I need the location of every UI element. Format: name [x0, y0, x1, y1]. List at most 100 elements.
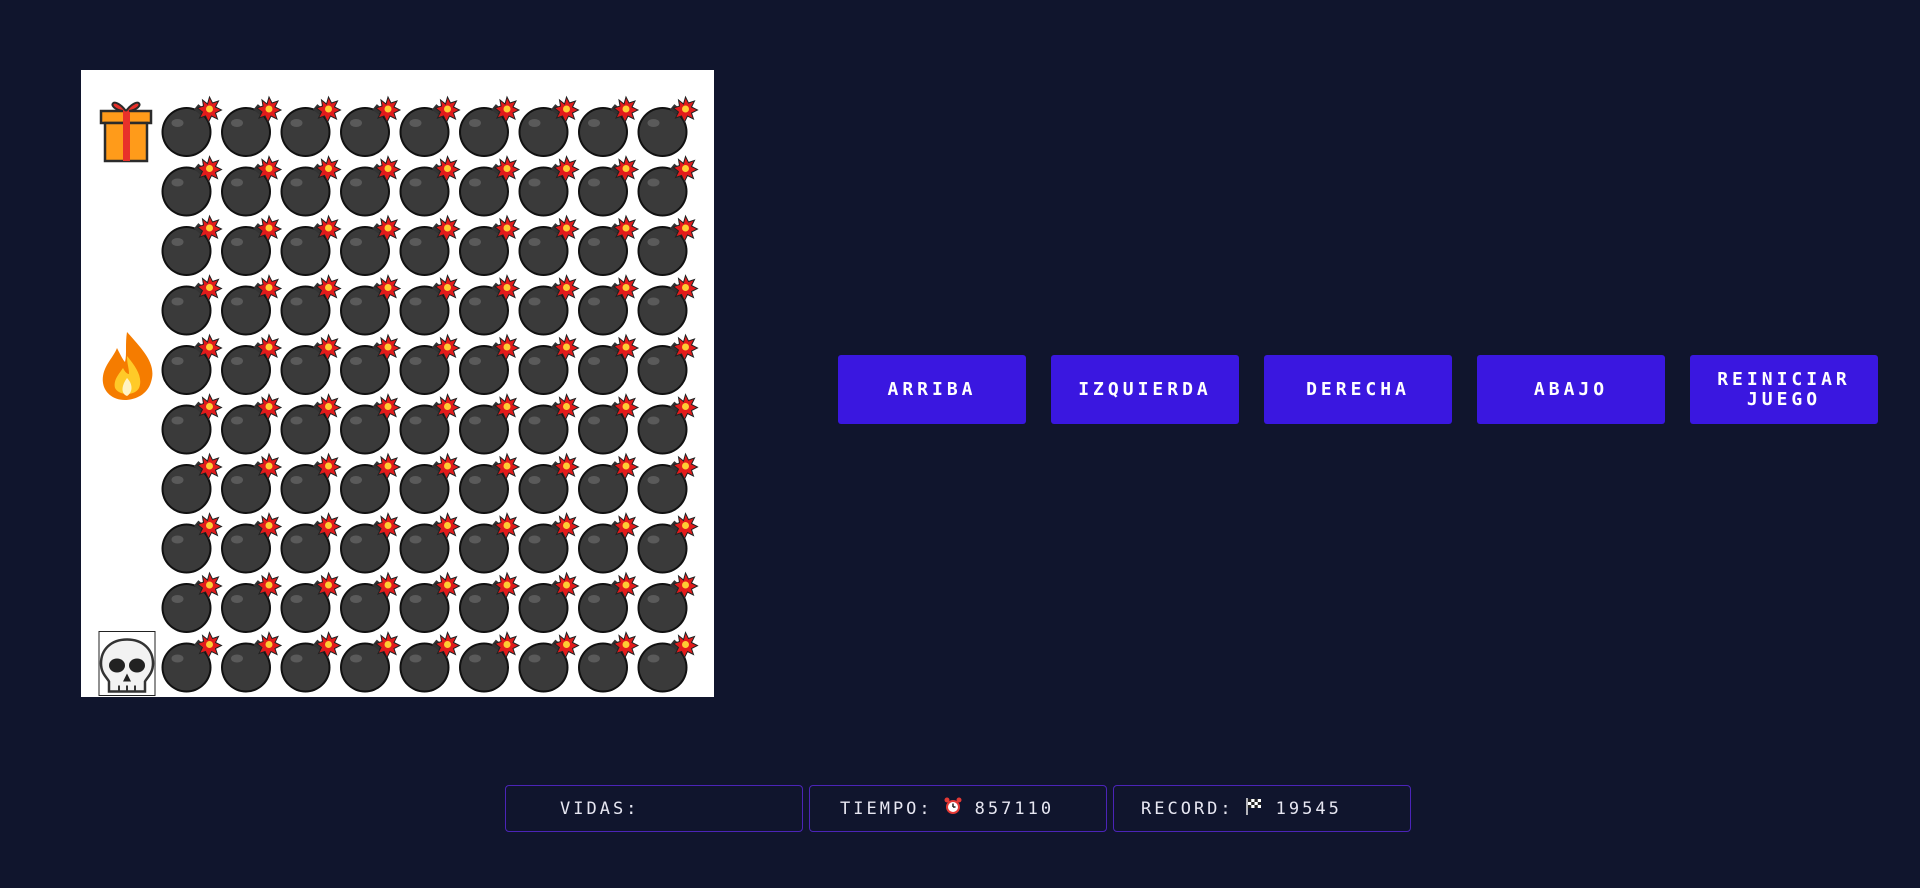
bomb-cell: [399, 512, 461, 574]
bomb-cell: [161, 452, 223, 514]
bomb-cell: [518, 571, 580, 633]
bomb-cell: [340, 393, 402, 455]
bomb-cell: [578, 452, 640, 514]
bomb-cell: [518, 274, 580, 336]
bomb-cell: [637, 155, 699, 217]
bomb-cell: [221, 393, 283, 455]
alarm-clock-icon: [943, 796, 963, 821]
bomb-cell: [637, 393, 699, 455]
bomb-cell: [518, 393, 580, 455]
bomb-cell: [518, 95, 580, 157]
bomb-cell: [459, 512, 521, 574]
bomb-cell: [340, 452, 402, 514]
lives-panel: VIDAS:: [505, 785, 803, 832]
bomb-cell: [221, 274, 283, 336]
bomb-cell: [518, 214, 580, 276]
bomb-cell: [459, 155, 521, 217]
bomb-cell: [161, 393, 223, 455]
bomb-cell: [459, 571, 521, 633]
bomb-cell: [221, 631, 283, 693]
bomb-cell: [280, 571, 342, 633]
time-label: TIEMPO:: [840, 798, 933, 819]
bomb-cell: [399, 214, 461, 276]
bomb-cell: [637, 452, 699, 514]
bomb-cell: [280, 631, 342, 693]
bomb-cell: [161, 333, 223, 395]
bomb-cell: [578, 155, 640, 217]
bomb-cell: [161, 274, 223, 336]
bomb-cell: [221, 155, 283, 217]
bomb-cell: [459, 274, 521, 336]
bomb-cell: [221, 95, 283, 157]
bomb-cell: [399, 333, 461, 395]
bomb-cell: [578, 571, 640, 633]
bomb-cell: [340, 95, 402, 157]
bomb-cell: [399, 274, 461, 336]
restart-label-line2: JUEGO: [1746, 388, 1822, 410]
record-label: RECORD:: [1141, 798, 1234, 819]
bomb-cell: [637, 95, 699, 157]
bomb-cell: [399, 631, 461, 693]
up-button[interactable]: ARRIBA: [838, 355, 1026, 424]
down-button[interactable]: ABAJO: [1477, 355, 1665, 424]
bomb-cell: [518, 512, 580, 574]
record-value: 19545: [1275, 798, 1342, 819]
bomb-cell: [459, 333, 521, 395]
bomb-cell: [578, 95, 640, 157]
bomb-cell: [340, 512, 402, 574]
bomb-cell: [637, 274, 699, 336]
bomb-cell: [399, 155, 461, 217]
fire-cell: [102, 332, 153, 400]
bomb-cell: [280, 155, 342, 217]
bomb-cell: [221, 512, 283, 574]
bomb-cell: [518, 155, 580, 217]
bomb-cell: [340, 155, 402, 217]
bomb-cell: [221, 571, 283, 633]
left-button[interactable]: IZQUIERDA: [1051, 355, 1239, 424]
bomb-cell: [578, 214, 640, 276]
bomb-cell: [340, 214, 402, 276]
right-button[interactable]: DERECHA: [1264, 355, 1452, 424]
bomb-cell: [518, 452, 580, 514]
bomb-cell: [637, 512, 699, 574]
restart-button[interactable]: REINICIAR JUEGO: [1690, 355, 1878, 424]
bomb-cell: [518, 631, 580, 693]
bomb-cell: [280, 214, 342, 276]
bomb-cell: [399, 452, 461, 514]
bomb-cell: [399, 393, 461, 455]
bomb-cell: [459, 393, 521, 455]
bomb-cell: [280, 95, 342, 157]
bomb-cell: [518, 333, 580, 395]
bomb-cell: [280, 333, 342, 395]
bomb-cell: [221, 214, 283, 276]
bomb-cell: [280, 512, 342, 574]
bomb-cell: [459, 631, 521, 693]
gift-cell: [99, 101, 153, 163]
record-panel: RECORD: 19545: [1113, 785, 1411, 832]
bomb-cell: [280, 274, 342, 336]
bomb-cell: [340, 631, 402, 693]
bomb-cell: [637, 214, 699, 276]
bomb-cell: [161, 571, 223, 633]
bomb-cell: [578, 631, 640, 693]
bomb-cell: [280, 393, 342, 455]
bomb-cell: [161, 155, 223, 217]
bomb-cell: [578, 274, 640, 336]
bomb-cell: [340, 274, 402, 336]
bomb-cell: [578, 333, 640, 395]
bomb-cell: [459, 214, 521, 276]
bomb-cell: [637, 631, 699, 693]
stats-bar: VIDAS: TIEMPO: 857110 RECORD: 19545: [505, 785, 1411, 832]
bomb-cell: [459, 95, 521, 157]
controls: ARRIBA IZQUIERDA DERECHA ABAJO REINICIAR…: [838, 355, 1878, 424]
game-board: [81, 70, 714, 697]
restart-label-line1: REINICIAR: [1717, 368, 1851, 390]
bomb-cell: [340, 333, 402, 395]
bomb-cell: [399, 571, 461, 633]
bomb-cell: [280, 452, 342, 514]
bomb-cell: [161, 214, 223, 276]
bomb-cell: [221, 452, 283, 514]
bomb-cell: [161, 631, 223, 693]
bomb-cell: [399, 95, 461, 157]
bomb-cell: [221, 333, 283, 395]
